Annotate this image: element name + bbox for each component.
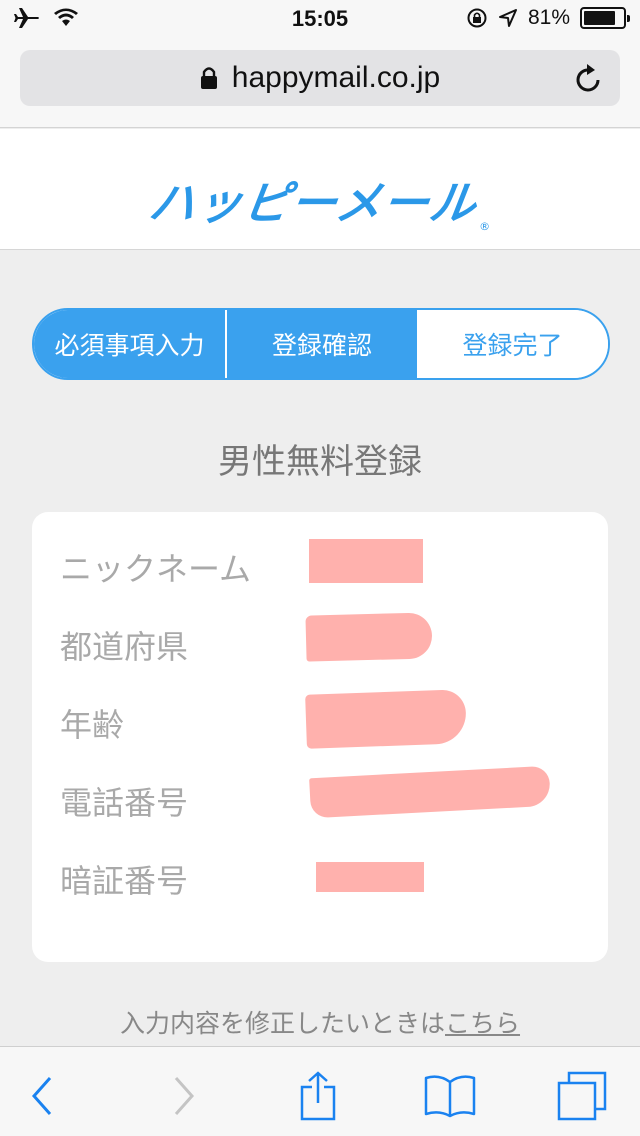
- status-right: 81%: [466, 6, 630, 30]
- share-icon: [300, 1071, 336, 1121]
- redacted-phone: [309, 765, 551, 819]
- label-phone: 電話番号: [60, 784, 189, 822]
- site-logo[interactable]: ハッピーメール®: [0, 167, 640, 233]
- redacted-pin: [316, 862, 424, 892]
- redacted-age: [305, 689, 467, 749]
- registration-steps: 必須事項入力 登録確認 登録完了: [32, 308, 610, 380]
- label-pin: 暗証番号: [60, 862, 189, 900]
- row-phone: 電話番号: [60, 765, 580, 822]
- label-nickname: ニックネーム: [60, 550, 252, 588]
- step-confirm: 登録確認: [227, 310, 417, 378]
- address-bar[interactable]: happymail.co.jp: [20, 50, 620, 106]
- label-age: 年齢: [60, 706, 125, 744]
- confirmation-card: ニックネーム 都道府県 年齢 電話番号 暗証番号: [32, 512, 608, 962]
- bookmarks-button[interactable]: [422, 1071, 478, 1121]
- row-nickname: ニックネーム: [60, 538, 580, 588]
- back-chevron-icon: [31, 1077, 52, 1115]
- forward-button[interactable]: [156, 1071, 212, 1121]
- label-prefecture: 都道府県: [60, 628, 189, 666]
- location-icon: [498, 9, 517, 27]
- rotation-lock-icon: [467, 8, 487, 28]
- page-title: 男性無料登録: [218, 442, 422, 482]
- battery-fill: [584, 11, 615, 25]
- battery-percent: 81%: [527, 6, 570, 29]
- step-required-input: 必須事項入力: [34, 310, 227, 378]
- row-prefecture: 都道府県: [60, 612, 580, 666]
- forward-chevron-icon: [174, 1077, 195, 1115]
- site-header: ハッピーメール®: [0, 129, 640, 250]
- redacted-nickname: [309, 539, 423, 583]
- logo-registered-mark: ®: [479, 220, 491, 233]
- browser-toolbar: [0, 1046, 640, 1136]
- edit-link[interactable]: こちら: [445, 1009, 520, 1038]
- edit-note: 入力内容を修正したいときはこちら: [0, 1004, 640, 1040]
- reload-icon[interactable]: [574, 62, 604, 94]
- browser-address-area: happymail.co.jp: [0, 40, 640, 128]
- row-pin: 暗証番号: [60, 850, 580, 900]
- edit-note-text: 入力内容を修正したいときは: [119, 1009, 445, 1038]
- redacted-prefecture: [305, 612, 433, 662]
- tabs-icon: [557, 1071, 607, 1121]
- status-bar: 15:05 81%: [0, 0, 640, 40]
- url-text: happymail.co.jp: [231, 61, 441, 94]
- logo-text: ハッピーメール: [145, 176, 481, 230]
- lock-icon: [200, 67, 217, 89]
- bookmarks-icon: [424, 1075, 476, 1118]
- step-complete: 登録完了: [417, 310, 608, 378]
- row-age: 年齢: [60, 689, 580, 749]
- battery-icon: [580, 7, 630, 29]
- back-button[interactable]: [14, 1071, 70, 1121]
- share-button[interactable]: [290, 1071, 346, 1121]
- tabs-button[interactable]: [554, 1071, 610, 1121]
